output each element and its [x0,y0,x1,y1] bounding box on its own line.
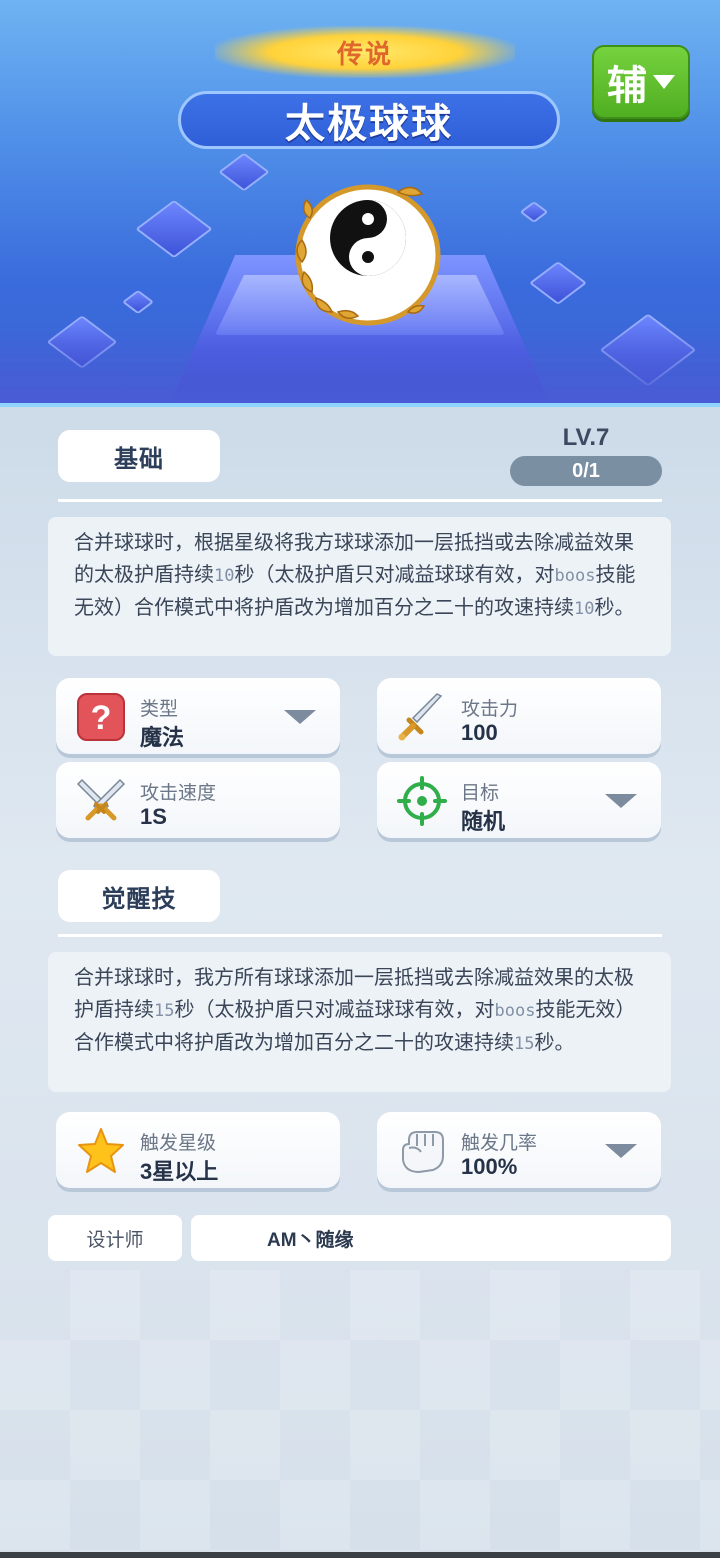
fist-icon [402,1131,444,1174]
target-icon [397,776,447,826]
awaken-description: 合并球球时，我方所有球球添加一层抵挡或去除减益效果的太极护盾持续15秒（太极护盾… [48,952,671,1092]
dropdown-arrow-icon [653,75,675,89]
stat-target-label: 目标 [461,783,500,804]
trigger-star-card: 触发星级 3星以上 [56,1112,340,1188]
rarity-label: 传说 [336,38,393,69]
trigger-rate-label: 触发几率 [461,1133,538,1154]
sword-icon [398,693,443,741]
desc-number: boos [494,1001,536,1021]
stat-type-label: 类型 [140,699,179,720]
stat-attack-label: 攻击力 [461,699,519,720]
stat-target-card[interactable]: 目标 随机 [377,762,661,838]
trigger-star-value: 3星以上 [140,1159,219,1184]
dropdown-arrow-icon[interactable] [605,1144,637,1158]
desc-number: 10 [214,566,235,586]
role-dropdown-button[interactable]: 辅 [592,45,690,119]
hero-banner: 传说 太极球球 辅 [0,0,720,405]
decor-cube [528,261,588,305]
tab-awaken[interactable]: 觉醒技 [58,870,220,922]
trigger-rate-value: 100% [461,1154,518,1179]
hero-floor [0,325,720,405]
desc-number: 15 [154,1001,175,1021]
decor-cube [519,201,549,223]
role-label: 辅 [607,64,647,108]
background-pattern [0,1270,720,1555]
designer-value: AM丶随缘 [191,1215,671,1261]
star-icon [78,1128,124,1173]
yin-yang-icon [295,184,441,326]
level-label: LV.7 [562,424,610,451]
question-icon: ? [77,693,125,741]
designer-label: 设计师 [48,1215,182,1261]
stat-speed-value: 1S [140,804,167,829]
decor-cube [135,199,213,259]
desc-text: 秒。 [534,1032,575,1054]
divider [58,934,662,937]
trigger-star-label: 触发星级 [140,1133,217,1154]
level-progress-bar: 0/1 [510,456,662,486]
stat-type-card[interactable]: ? 类型 魔法 [56,678,340,754]
character-name: 太极球球 [178,91,560,149]
svg-text:?: ? [91,699,112,737]
desc-number: 10 [574,599,595,619]
dropdown-arrow-icon[interactable] [284,710,316,724]
designer-value-text: AM丶随缘 [267,1229,354,1251]
decor-cube [121,289,155,315]
stat-target-value: 随机 [461,809,506,834]
character-name-text: 太极球球 [285,102,453,146]
stat-speed-label: 攻击速度 [140,783,217,804]
stat-speed-card: 攻击速度 1S [56,762,340,838]
trigger-rate-card[interactable]: 触发几率 100% [377,1112,661,1188]
tab-basic[interactable]: 基础 [58,430,220,482]
desc-number: 15 [514,1034,535,1054]
desc-text: 秒。 [594,597,635,619]
bottom-bar [0,1552,720,1558]
designer-label-text: 设计师 [86,1229,144,1251]
divider [58,499,662,502]
desc-number: boos [554,566,596,586]
stat-type-value: 魔法 [140,725,185,750]
basic-description: 合并球球时，根据星级将我方球球添加一层抵挡或去除减益效果的太极护盾持续10秒（太… [48,517,671,656]
level-progress-text: 0/1 [572,459,600,482]
rarity-badge: 传说 [215,26,515,78]
dropdown-arrow-icon[interactable] [605,794,637,808]
decor-cube [218,152,270,192]
stat-attack-card: 攻击力 100 [377,678,661,754]
stat-attack-value: 100 [461,720,498,745]
tab-basic-label: 基础 [114,445,164,473]
desc-text: 秒（太极护盾只对减益球球有效，对 [234,564,555,586]
crossed-swords-icon [76,778,126,821]
tab-awaken-label: 觉醒技 [101,885,177,913]
desc-text: 秒（太极护盾只对减益球球有效，对 [174,999,495,1021]
